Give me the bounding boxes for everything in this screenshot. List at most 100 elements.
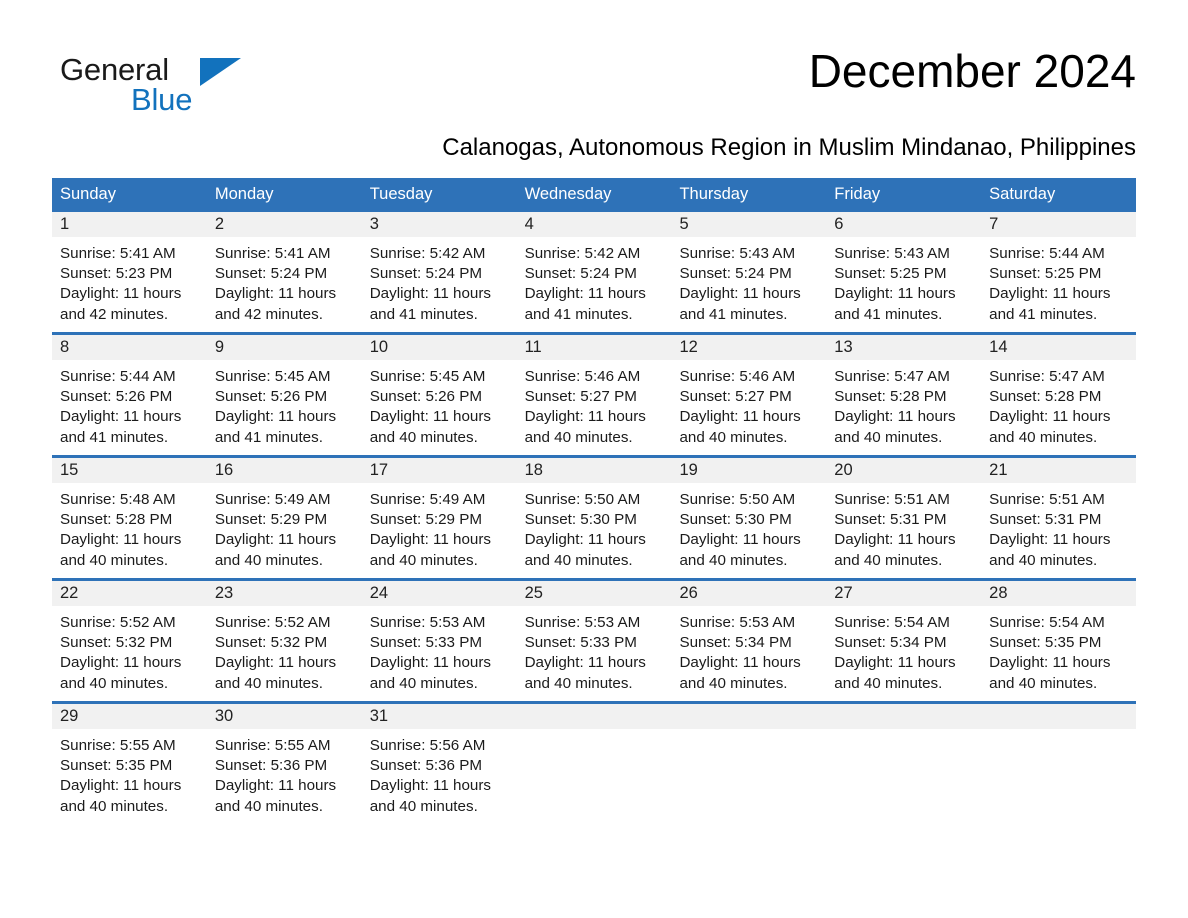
day-number — [981, 704, 1137, 729]
daylight-text-line2: and 40 minutes. — [214, 674, 323, 692]
day-details: Sunrise: 5:43 AM Sunset: 5:25 PM Dayligh… — [826, 237, 981, 325]
day-details: Sunrise: 5:50 AM Sunset: 5:30 PM Dayligh… — [517, 483, 672, 571]
sunrise-text: Sunrise: 5:42 AM — [369, 245, 486, 262]
sunset-text: Sunset: 5:27 PM — [679, 388, 792, 406]
daylight-text-line1: Daylight: 11 hours — [679, 654, 801, 672]
daylight-text-line1: Daylight: 11 hours — [834, 531, 956, 549]
day-number: 17 — [361, 458, 517, 483]
day-cell[interactable]: 12 Sunrise: 5:46 AM Sunset: 5:27 PM Dayl… — [671, 335, 827, 455]
day-cell[interactable]: 10 Sunrise: 5:45 AM Sunset: 5:26 PM Dayl… — [361, 335, 517, 455]
daylight-text-line1: Daylight: 11 hours — [679, 408, 801, 426]
sunset-text: Sunset: 5:24 PM — [524, 265, 637, 283]
day-details: Sunrise: 5:44 AM Sunset: 5:26 PM Dayligh… — [52, 360, 207, 448]
day-cell[interactable]: 19 Sunrise: 5:50 AM Sunset: 5:30 PM Dayl… — [671, 458, 827, 578]
daylight-text-line1: Daylight: 11 hours — [60, 777, 182, 795]
daylight-text-line1: Daylight: 11 hours — [989, 408, 1111, 426]
daylight-text-line2: and 40 minutes. — [60, 797, 169, 815]
sunrise-text: Sunrise: 5:52 AM — [214, 614, 331, 631]
day-number: 31 — [361, 704, 517, 729]
day-cell[interactable]: 31 Sunrise: 5:56 AM Sunset: 5:36 PM Dayl… — [361, 704, 517, 824]
logo-text-blue: Blue — [131, 82, 193, 117]
day-cell[interactable]: 30 Sunrise: 5:55 AM Sunset: 5:36 PM Dayl… — [206, 704, 362, 824]
day-details: Sunrise: 5:47 AM Sunset: 5:28 PM Dayligh… — [981, 360, 1136, 448]
daylight-text-line2: and 41 minutes. — [834, 305, 943, 323]
day-number: 22 — [52, 581, 207, 606]
day-cell[interactable]: 20 Sunrise: 5:51 AM Sunset: 5:31 PM Dayl… — [826, 458, 982, 578]
sunset-text: Sunset: 5:24 PM — [214, 265, 328, 283]
day-cell[interactable]: 29 Sunrise: 5:55 AM Sunset: 5:35 PM Dayl… — [52, 704, 207, 824]
sunset-text: Sunset: 5:33 PM — [369, 634, 483, 652]
day-cell[interactable]: 13 Sunrise: 5:47 AM Sunset: 5:28 PM Dayl… — [826, 335, 982, 455]
day-details: Sunrise: 5:47 AM Sunset: 5:28 PM Dayligh… — [826, 360, 981, 448]
daylight-text-line1: Daylight: 11 hours — [214, 408, 337, 426]
day-cell[interactable]: 25 Sunrise: 5:53 AM Sunset: 5:33 PM Dayl… — [516, 581, 672, 701]
daylight-text-line2: and 40 minutes. — [60, 674, 169, 692]
sunset-text: Sunset: 5:35 PM — [60, 757, 173, 775]
day-number: 14 — [981, 335, 1137, 360]
day-details: Sunrise: 5:45 AM Sunset: 5:26 PM Dayligh… — [362, 360, 517, 448]
day-cell[interactable]: 23 Sunrise: 5:52 AM Sunset: 5:32 PM Dayl… — [206, 581, 362, 701]
day-cell[interactable]: 18 Sunrise: 5:50 AM Sunset: 5:30 PM Dayl… — [516, 458, 672, 578]
sunrise-text: Sunrise: 5:42 AM — [524, 245, 641, 262]
day-cell[interactable]: 14 Sunrise: 5:47 AM Sunset: 5:28 PM Dayl… — [981, 335, 1137, 455]
day-details: Sunrise: 5:52 AM Sunset: 5:32 PM Dayligh… — [52, 606, 207, 694]
sunset-text: Sunset: 5:25 PM — [834, 265, 947, 283]
day-details: Sunrise: 5:50 AM Sunset: 5:30 PM Dayligh… — [671, 483, 826, 571]
day-cell[interactable]: 24 Sunrise: 5:53 AM Sunset: 5:33 PM Dayl… — [361, 581, 517, 701]
day-cell[interactable]: 22 Sunrise: 5:52 AM Sunset: 5:32 PM Dayl… — [52, 581, 207, 701]
day-cell[interactable]: 3 Sunrise: 5:42 AM Sunset: 5:24 PM Dayli… — [361, 212, 517, 332]
daylight-text-line2: and 40 minutes. — [369, 797, 478, 815]
day-number: 16 — [206, 458, 362, 483]
day-cell[interactable]: 9 Sunrise: 5:45 AM Sunset: 5:26 PM Dayli… — [206, 335, 362, 455]
day-cell[interactable]: 2 Sunrise: 5:41 AM Sunset: 5:24 PM Dayli… — [206, 212, 362, 332]
day-cell[interactable]: 21 Sunrise: 5:51 AM Sunset: 5:31 PM Dayl… — [981, 458, 1137, 578]
day-cell[interactable]: 4 Sunrise: 5:42 AM Sunset: 5:24 PM Dayli… — [516, 212, 672, 332]
day-number: 20 — [826, 458, 982, 483]
day-details: Sunrise: 5:54 AM Sunset: 5:34 PM Dayligh… — [826, 606, 981, 694]
day-cell-empty — [516, 704, 672, 824]
daylight-text-line1: Daylight: 11 hours — [60, 531, 182, 549]
day-cell[interactable]: 15 Sunrise: 5:48 AM Sunset: 5:28 PM Dayl… — [52, 458, 207, 578]
day-cell[interactable]: 5 Sunrise: 5:43 AM Sunset: 5:24 PM Dayli… — [671, 212, 827, 332]
day-cell[interactable]: 27 Sunrise: 5:54 AM Sunset: 5:34 PM Dayl… — [826, 581, 982, 701]
sunrise-text: Sunrise: 5:54 AM — [834, 614, 950, 631]
day-details: Sunrise: 5:56 AM Sunset: 5:36 PM Dayligh… — [362, 729, 517, 817]
day-cell[interactable]: 7 Sunrise: 5:44 AM Sunset: 5:25 PM Dayli… — [981, 212, 1137, 332]
daylight-text-line2: and 40 minutes. — [60, 551, 169, 569]
sunset-text: Sunset: 5:36 PM — [214, 757, 328, 775]
daylight-text-line2: and 41 minutes. — [369, 305, 478, 323]
daylight-text-line1: Daylight: 11 hours — [524, 285, 646, 303]
day-cell[interactable]: 6 Sunrise: 5:43 AM Sunset: 5:25 PM Dayli… — [826, 212, 982, 332]
week-row: 1 Sunrise: 5:41 AM Sunset: 5:23 PM Dayli… — [52, 212, 1137, 332]
daylight-text-line1: Daylight: 11 hours — [214, 285, 337, 303]
daylight-text-line1: Daylight: 11 hours — [214, 531, 337, 549]
title-block: December 2024 — [242, 44, 1136, 98]
daylight-text-line1: Daylight: 11 hours — [369, 777, 492, 795]
day-cell[interactable]: 28 Sunrise: 5:54 AM Sunset: 5:35 PM Dayl… — [981, 581, 1137, 701]
day-details: Sunrise: 5:53 AM Sunset: 5:34 PM Dayligh… — [671, 606, 826, 694]
day-cell[interactable]: 8 Sunrise: 5:44 AM Sunset: 5:26 PM Dayli… — [52, 335, 207, 455]
day-cell[interactable]: 17 Sunrise: 5:49 AM Sunset: 5:29 PM Dayl… — [361, 458, 517, 578]
day-number: 8 — [52, 335, 207, 360]
day-cell[interactable]: 11 Sunrise: 5:46 AM Sunset: 5:27 PM Dayl… — [516, 335, 672, 455]
sunrise-text: Sunrise: 5:53 AM — [369, 614, 486, 631]
sunrise-text: Sunrise: 5:47 AM — [834, 368, 950, 385]
day-cell[interactable]: 1 Sunrise: 5:41 AM Sunset: 5:23 PM Dayli… — [52, 212, 207, 332]
sunrise-text: Sunrise: 5:43 AM — [834, 245, 950, 262]
day-details: Sunrise: 5:48 AM Sunset: 5:28 PM Dayligh… — [52, 483, 207, 571]
daylight-text-line2: and 40 minutes. — [214, 551, 323, 569]
day-number: 24 — [361, 581, 517, 606]
day-cell[interactable]: 16 Sunrise: 5:49 AM Sunset: 5:29 PM Dayl… — [206, 458, 362, 578]
daylight-text-line2: and 40 minutes. — [369, 428, 478, 446]
daylight-text-line2: and 41 minutes. — [989, 305, 1098, 323]
sunrise-text: Sunrise: 5:55 AM — [214, 737, 331, 754]
daylight-text-line1: Daylight: 11 hours — [524, 531, 646, 549]
sunrise-text: Sunrise: 5:46 AM — [679, 368, 796, 385]
day-cell[interactable]: 26 Sunrise: 5:53 AM Sunset: 5:34 PM Dayl… — [671, 581, 827, 701]
day-details: Sunrise: 5:49 AM Sunset: 5:29 PM Dayligh… — [362, 483, 517, 571]
day-details: Sunrise: 5:41 AM Sunset: 5:24 PM Dayligh… — [207, 237, 362, 325]
daylight-text-line2: and 40 minutes. — [679, 428, 788, 446]
daylight-text-line1: Daylight: 11 hours — [834, 285, 956, 303]
general-blue-logo[interactable]: General Blue — [52, 44, 242, 118]
day-number: 27 — [826, 581, 982, 606]
